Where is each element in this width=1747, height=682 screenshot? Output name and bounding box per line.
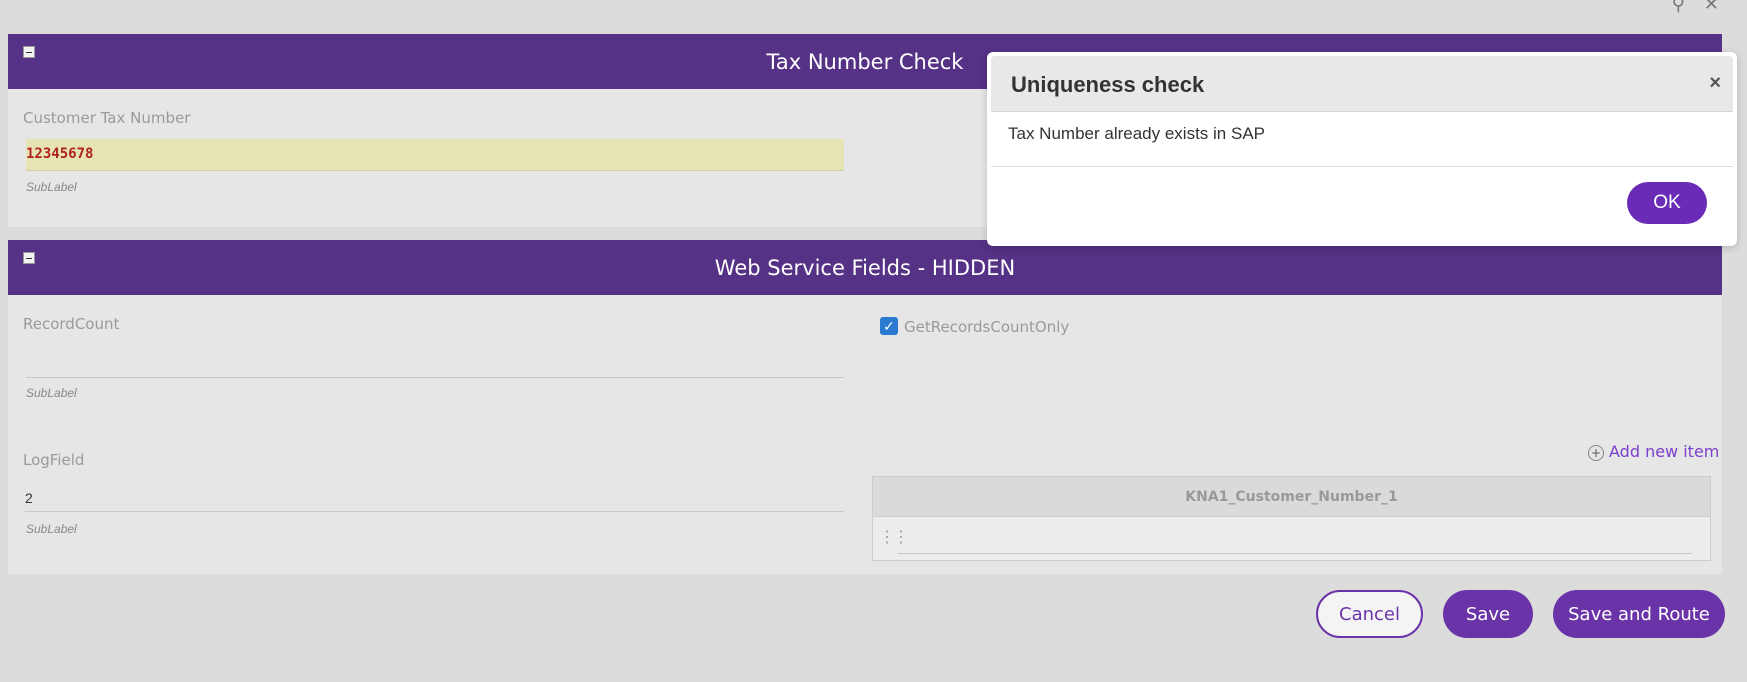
cancel-button[interactable]: Cancel	[1316, 590, 1423, 638]
link-icon[interactable]: ⚲	[1672, 0, 1685, 14]
log-field-label: LogField	[23, 451, 85, 469]
grid-row[interactable]: ⋮⋮	[872, 517, 1711, 561]
dialog-divider	[991, 166, 1733, 167]
collapse-icon[interactable]	[23, 252, 35, 264]
customer-tax-number-sublabel: SubLabel	[26, 180, 77, 194]
customer-tax-number-label: Customer Tax Number	[23, 109, 191, 127]
record-count-sublabel: SubLabel	[26, 386, 77, 400]
dialog-title: Uniqueness check	[1011, 72, 1205, 97]
log-field-input[interactable]: 2	[25, 484, 844, 512]
save-button[interactable]: Save	[1443, 590, 1533, 638]
grid-cell-input[interactable]	[898, 553, 1692, 554]
uniqueness-check-dialog: Uniqueness check × Tax Number already ex…	[987, 52, 1737, 246]
close-icon[interactable]: ✕	[1704, 0, 1719, 14]
dialog-header: Uniqueness check ×	[991, 56, 1733, 112]
save-and-route-button[interactable]: Save and Route	[1553, 590, 1725, 638]
add-circle-icon: +	[1588, 444, 1604, 461]
drag-handle-icon[interactable]: ⋮⋮	[879, 527, 909, 547]
panel-header: Web Service Fields - HIDDEN	[8, 240, 1722, 295]
add-new-item-link[interactable]: + Add new item	[1588, 442, 1719, 461]
get-records-count-only-checkbox[interactable]: ✓	[880, 317, 898, 335]
window-controls: ⚲ ✕	[1658, 0, 1719, 15]
record-count-label: RecordCount	[23, 315, 120, 333]
get-records-count-only-label: GetRecordsCountOnly	[904, 318, 1070, 336]
collapse-icon[interactable]	[23, 46, 35, 58]
record-count-input[interactable]	[26, 345, 844, 378]
add-new-item-label: Add new item	[1609, 442, 1720, 461]
customer-tax-number-input[interactable]: 12345678	[26, 139, 844, 171]
panel-title: Tax Number Check	[766, 49, 964, 74]
grid-column-header[interactable]: KNA1_Customer_Number_1	[872, 476, 1711, 517]
close-icon[interactable]: ×	[1709, 72, 1721, 95]
ok-button[interactable]: OK	[1627, 182, 1707, 224]
panel-title: Web Service Fields - HIDDEN	[714, 255, 1016, 280]
dialog-message: Tax Number already exists in SAP	[1008, 124, 1265, 143]
log-field-sublabel: SubLabel	[26, 522, 77, 536]
